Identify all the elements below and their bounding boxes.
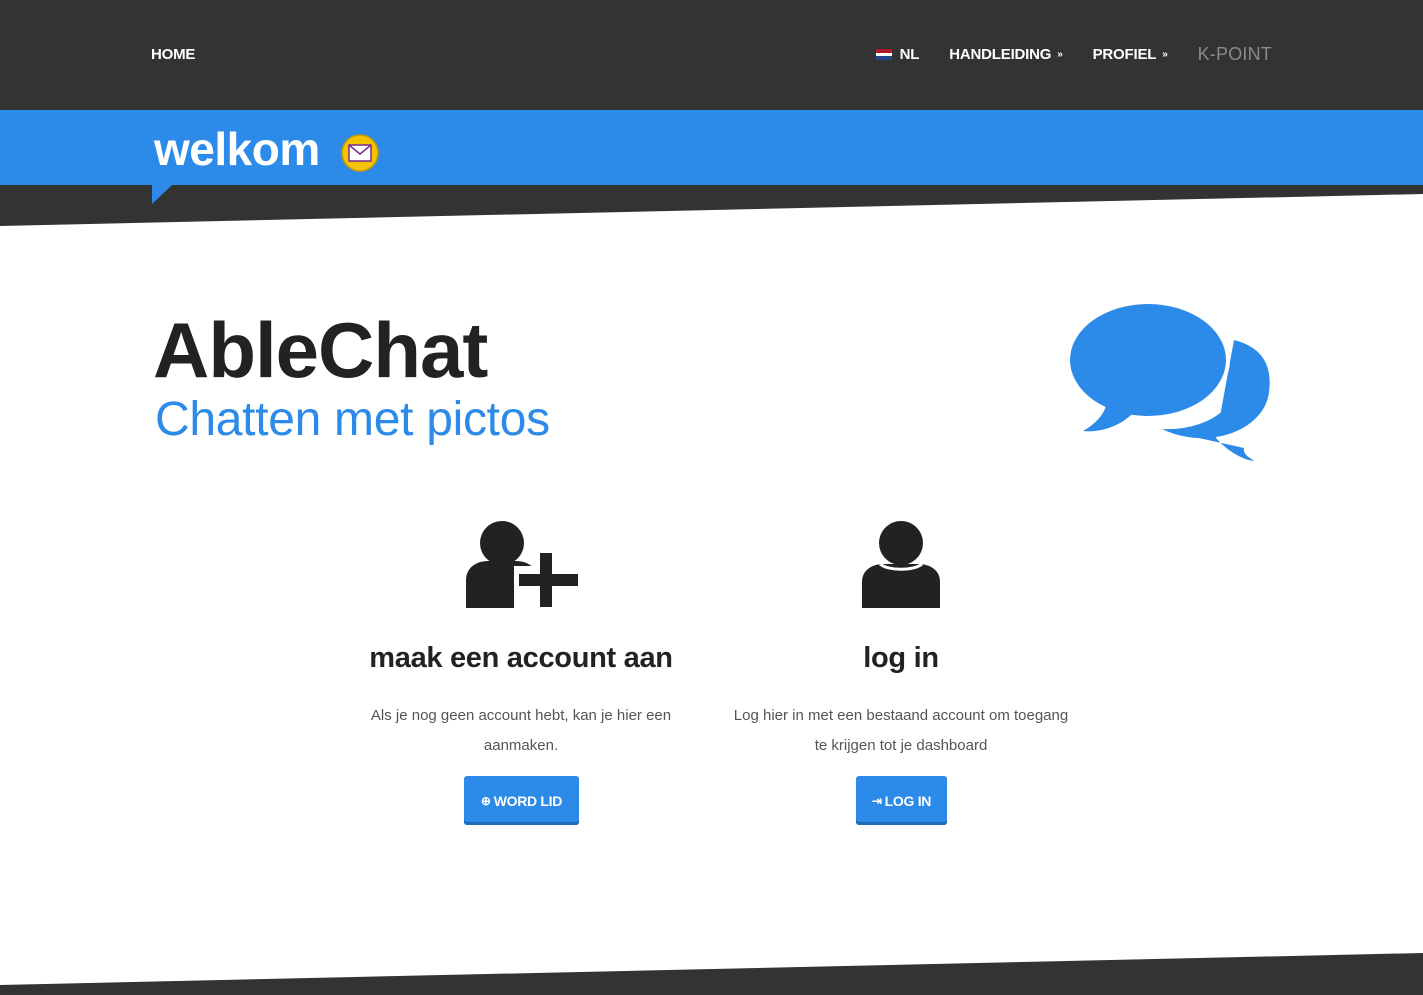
user-plus-icon	[466, 521, 578, 608]
nav-home-link[interactable]: HOME	[151, 46, 195, 63]
word-lid-button[interactable]: ⊕ WORD LID	[464, 776, 579, 825]
nav-language-selector[interactable]: NL	[875, 46, 920, 63]
log-in-button[interactable]: ⇥ LOG IN	[856, 776, 947, 825]
dutch-flag-icon	[875, 49, 892, 60]
sign-in-icon: ⇥	[871, 793, 882, 808]
envelope-icon[interactable]	[341, 134, 379, 172]
signup-text-line1: Als je nog geen account hebt, kan je hie…	[370, 707, 672, 724]
nav-manual-dropdown[interactable]: HANDLEIDING »	[949, 46, 1063, 63]
page-subtitle: Chatten met pictos	[155, 393, 550, 446]
nav-manual-label: HANDLEIDING	[949, 46, 1052, 63]
chevron-down-icon: »	[1057, 48, 1063, 60]
welcome-banner: welkom	[0, 110, 1423, 185]
banner-pointer	[152, 185, 172, 204]
login-text-line2: te krijgen tot je dashboard	[814, 737, 988, 754]
plus-circle-icon: ⊕	[480, 793, 491, 808]
nav-kpoint-label: K-POINT	[1197, 44, 1272, 64]
signup-card: maak een account aan Als je nog geen acc…	[341, 518, 701, 761]
banner-title: welkom	[154, 123, 320, 175]
chevron-down-icon: »	[1162, 48, 1168, 60]
top-navigation: HOME NL HANDLEIDING » PROFIEL » K-POINT	[0, 0, 1423, 110]
nav-language-label: NL	[899, 46, 920, 63]
nav-profile-dropdown[interactable]: PROFIEL »	[1093, 46, 1168, 63]
login-text-line1: Log hier in met een bestaand account om …	[733, 707, 1069, 724]
nav-profile-label: PROFIEL	[1092, 46, 1157, 63]
signup-text-line2: aanmaken.	[483, 737, 559, 754]
login-card: log in Log hier in met een bestaand acco…	[721, 518, 1081, 761]
nav-kpoint-link[interactable]: K-POINT	[1198, 44, 1272, 65]
signup-heading: maak een account aan	[369, 642, 673, 674]
nav-right-menu: NL HANDLEIDING » PROFIEL » K-POINT	[875, 44, 1272, 65]
page-title: AbleChat	[153, 306, 488, 394]
chat-bubbles-icon	[1066, 300, 1270, 461]
login-heading: log in	[863, 642, 939, 674]
log-in-label: LOG IN	[884, 792, 932, 809]
word-lid-label: WORD LID	[493, 792, 563, 809]
user-icon	[862, 521, 940, 608]
